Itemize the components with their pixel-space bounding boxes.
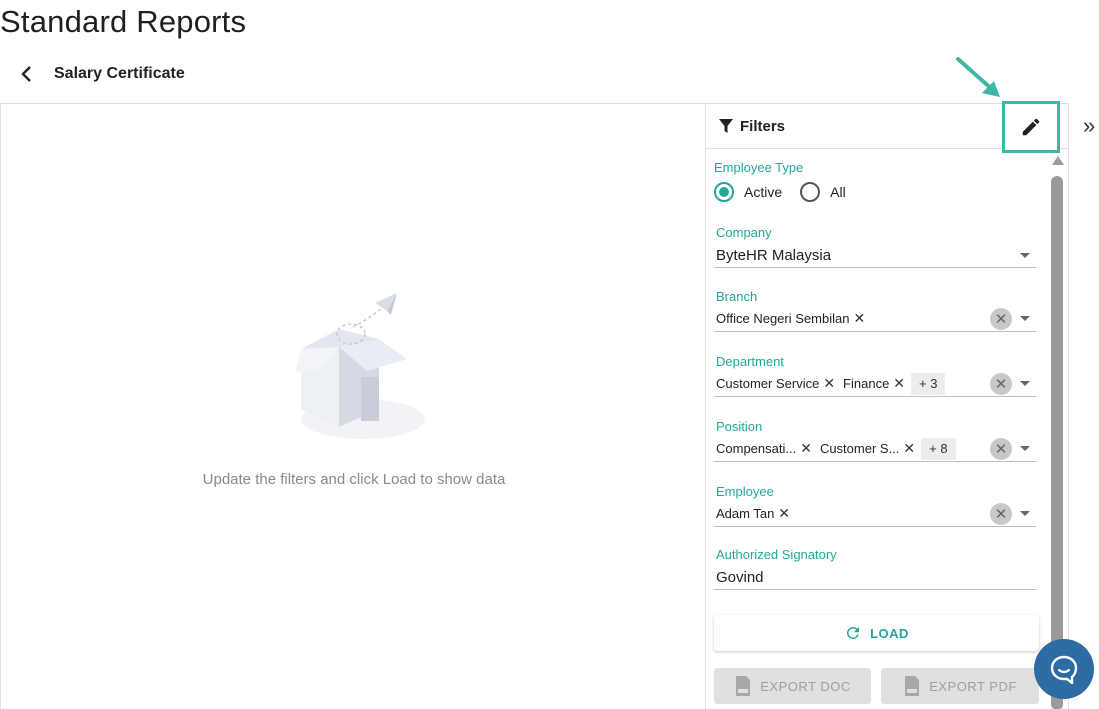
- employee-type-active-label: Active: [744, 184, 783, 200]
- report-content-area: Update the filters and click Load to sho…: [0, 103, 706, 709]
- position-clear-icon[interactable]: ✕: [990, 437, 1012, 460]
- chip-remove-icon[interactable]: ✕: [778, 505, 790, 522]
- chevron-left-icon: [21, 66, 31, 82]
- filters-panel: Filters Employee Type Active All Company…: [706, 101, 1069, 709]
- authorized-signatory-value: Govind: [716, 569, 764, 586]
- branch-chip: Office Negeri Sembilan ✕: [716, 310, 866, 327]
- chat-button[interactable]: [1034, 639, 1094, 699]
- employee-type-label: Employee Type: [714, 160, 804, 175]
- department-label: Department: [716, 354, 784, 369]
- department-more-chip[interactable]: + 3: [911, 372, 946, 395]
- company-dropdown-icon[interactable]: [1020, 253, 1030, 258]
- department-select[interactable]: Customer Service ✕ Finance ✕ + 3 ✕: [714, 371, 1036, 397]
- filter-icon: [719, 119, 733, 133]
- chip-remove-icon[interactable]: ✕: [903, 440, 915, 457]
- load-button[interactable]: LOAD: [714, 615, 1039, 651]
- scroll-up-arrow-icon[interactable]: [1052, 156, 1064, 165]
- double-chevron-right-icon[interactable]: »: [1083, 113, 1095, 139]
- scroll-thumb[interactable]: [1051, 176, 1063, 709]
- employee-type-active-radio[interactable]: [714, 182, 734, 202]
- chip-remove-icon[interactable]: ✕: [823, 375, 835, 392]
- back-button[interactable]: [14, 62, 38, 86]
- filters-title: Filters: [740, 117, 786, 135]
- position-chip: Customer S... ✕: [819, 440, 916, 457]
- filters-header: Filters: [706, 101, 1068, 153]
- export-doc-button[interactable]: EXPORT DOC: [714, 668, 871, 704]
- position-more-chip[interactable]: + 8: [921, 437, 956, 460]
- position-label: Position: [716, 419, 763, 434]
- doc-file-icon: [736, 676, 751, 696]
- employee-type-radio-group: Active All: [714, 182, 864, 202]
- branch-clear-icon[interactable]: ✕: [990, 307, 1012, 330]
- filters-scrollbar[interactable]: [1050, 154, 1064, 709]
- employee-clear-icon[interactable]: ✕: [990, 502, 1012, 525]
- employee-chip: Adam Tan ✕: [716, 505, 791, 522]
- chip-remove-icon[interactable]: ✕: [800, 440, 812, 457]
- export-pdf-label: EXPORT PDF: [929, 678, 1017, 694]
- report-name: Salary Certificate: [54, 65, 185, 82]
- position-chip: Compensati... ✕: [716, 440, 812, 457]
- pencil-icon: [1022, 118, 1040, 136]
- edit-filters-button[interactable]: [1002, 101, 1060, 153]
- load-label: LOAD: [870, 625, 909, 641]
- authorized-signatory-input[interactable]: Govind: [714, 566, 1036, 590]
- export-doc-label: EXPORT DOC: [760, 678, 851, 694]
- department-chip: Customer Service ✕: [716, 375, 836, 392]
- chip-remove-icon[interactable]: ✕: [853, 310, 865, 327]
- employee-type-all-label: All: [830, 184, 846, 200]
- company-select[interactable]: ByteHR Malaysia: [714, 244, 1036, 268]
- company-value: ByteHR Malaysia: [716, 247, 832, 264]
- position-dropdown-icon[interactable]: [1020, 446, 1030, 451]
- company-label: Company: [716, 225, 772, 240]
- collapse-panel-strip: »: [1069, 103, 1099, 709]
- employee-label: Employee: [716, 484, 774, 499]
- branch-select[interactable]: Office Negeri Sembilan ✕ ✕: [714, 306, 1036, 332]
- authorized-signatory-label: Authorized Signatory: [716, 547, 837, 562]
- chip-remove-icon[interactable]: ✕: [893, 375, 905, 392]
- employee-type-all-radio[interactable]: [800, 182, 821, 202]
- chat-icon: [1050, 655, 1078, 684]
- pdf-file-icon: [905, 676, 920, 696]
- department-clear-icon[interactable]: ✕: [990, 372, 1012, 395]
- export-pdf-button[interactable]: EXPORT PDF: [881, 668, 1039, 704]
- branch-label: Branch: [716, 289, 758, 304]
- arrow-annotation-icon: [956, 57, 1000, 97]
- report-header: Salary Certificate: [14, 60, 185, 88]
- empty-box-illustration: [295, 293, 425, 439]
- refresh-icon: [847, 627, 860, 639]
- page-title: Standard Reports: [0, 4, 247, 39]
- department-dropdown-icon[interactable]: [1020, 381, 1030, 386]
- empty-state-message: Update the filters and click Load to sho…: [202, 471, 506, 488]
- branch-dropdown-icon[interactable]: [1020, 316, 1030, 321]
- position-select[interactable]: Compensati... ✕ Customer S... ✕ + 8 ✕: [714, 436, 1036, 462]
- department-chip: Finance ✕: [843, 375, 906, 392]
- employee-select[interactable]: Adam Tan ✕ ✕: [714, 501, 1036, 527]
- employee-dropdown-icon[interactable]: [1020, 511, 1030, 516]
